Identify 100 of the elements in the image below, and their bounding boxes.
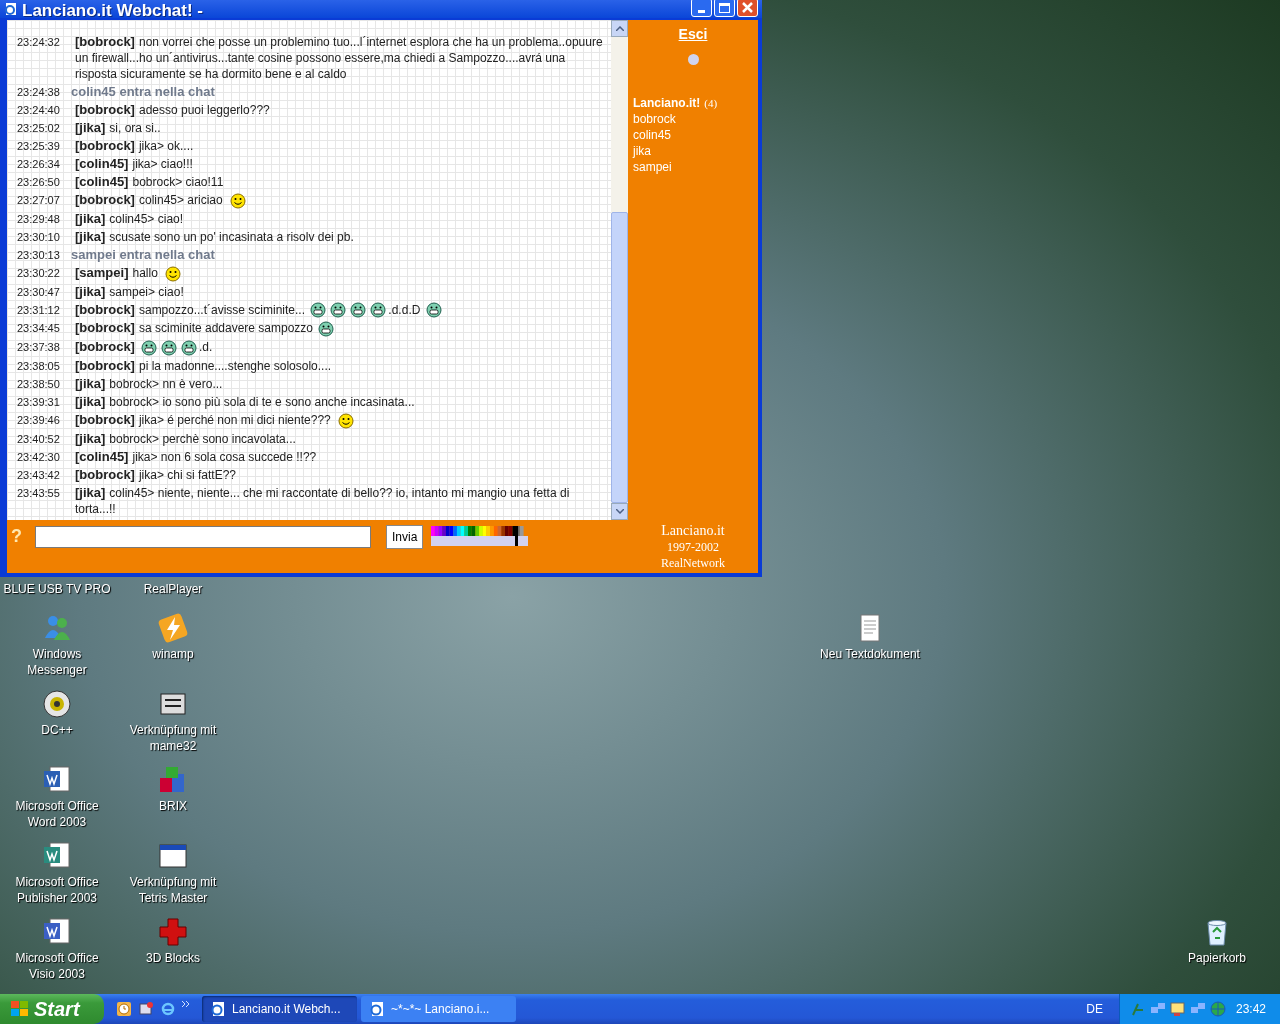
scroll-up-button[interactable] [611, 20, 628, 37]
room-name[interactable]: Lanciano.it! [633, 95, 701, 111]
message-user: [sampei] [75, 264, 129, 280]
user-count: (4) [704, 96, 718, 111]
message-time: 23:24:40 [16, 103, 61, 118]
page-icon [4, 2, 18, 16]
message-time: 23:25:02 [16, 121, 61, 136]
message-time: 23:43:42 [16, 467, 61, 483]
message-time: 23:26:34 [16, 157, 61, 172]
message-user: [bobrock] [75, 192, 135, 207]
desktop-icon[interactable] [138, 1001, 154, 1017]
clock-icon[interactable] [116, 1001, 132, 1017]
desktop-icon-label[interactable]: 3D Blocks [146, 950, 200, 966]
message-text: .d. [198, 340, 213, 355]
message-text: [bobrock] non vorrei che posse un problemino tuo...l´internet esplora che ha un problema..opuure un firewall...ho un´antivirus...tante cosine possono essere,ma chiedi a Sampozzo....avrá una risposta sicuramente se ha dormito bene e al caldo [74, 34, 603, 82]
chevron-icon[interactable] [182, 1000, 190, 1008]
maximize-button[interactable] [714, 0, 735, 17]
message-user: [bobrock] [75, 320, 135, 336]
message-time: 23:34:45 [16, 321, 61, 337]
desktop-icon-label[interactable]: Verknüpfung mit Tetris Master [118, 874, 228, 906]
message-time: 23:27:07 [16, 193, 61, 208]
start-button[interactable]: Start [0, 994, 104, 1024]
grin-icon [180, 340, 197, 357]
close-button[interactable] [737, 0, 758, 17]
message-time: 23:38:05 [16, 359, 61, 375]
message-text: [jika] colin45> ciao! [74, 210, 185, 227]
grin-icon [318, 321, 335, 338]
message-time: 23:30:10 [16, 229, 61, 245]
exit-link[interactable]: Esci [678, 26, 708, 42]
message-time: 23:43:55 [16, 485, 61, 501]
send-button[interactable]: Invia [386, 525, 424, 549]
message-text: hallo [132, 265, 159, 280]
disc-icon [41, 688, 73, 720]
message-text: [jika] colin45> niente, niente... che mi raccontate di bello?? io, intanto mi mangio una fetta di torta...!! [74, 484, 571, 517]
message-time: 23:30:13 [16, 247, 61, 263]
windows-logo-icon [10, 1000, 30, 1018]
footer-text: 1997-2002 [667, 539, 719, 555]
message-time: 23:42:30 [16, 449, 61, 465]
close-icon [742, 2, 753, 13]
monitor-icon[interactable] [1169, 1001, 1186, 1017]
desktop-icon-label[interactable]: Windows Messenger [2, 646, 112, 678]
message-text: [jika] bobrock> nn è vero... [74, 376, 224, 393]
desktop-icon-label[interactable]: Microsoft Office Word 2003 [2, 798, 112, 830]
message-time: 23:38:50 [16, 377, 61, 393]
message-user: [bobrock] [75, 301, 135, 317]
scroll-down-button[interactable] [611, 503, 628, 520]
desktop-icon-label[interactable]: Verknüpfung mit mame32 [118, 722, 228, 754]
scrollbar[interactable] [611, 20, 628, 520]
message-user: [bobrock] [75, 412, 135, 428]
scroll-thumb[interactable] [611, 212, 628, 503]
grin-icon [350, 302, 367, 319]
window-title: Lanciano.it Webchat! - [22, 2, 204, 20]
desktop-icon-label[interactable]: Microsoft Office Visio 2003 [2, 950, 112, 982]
desktop-icon-label[interactable]: BLUE USB TV PRO [3, 581, 111, 597]
page-icon [369, 1001, 385, 1017]
cross-icon [157, 916, 189, 948]
grin-icon [370, 302, 387, 319]
desktop-icon-label[interactable]: Papierkorb [1188, 950, 1246, 966]
join-notice: colin45 entra nella chat [71, 84, 215, 100]
footer-brand: Lanciano.it [661, 523, 725, 539]
message-time: 23:30:22 [16, 265, 61, 281]
message-time: 23:29:48 [16, 211, 61, 227]
minimize-button[interactable] [691, 0, 712, 17]
browser-icon[interactable] [160, 1001, 176, 1017]
message-text: [colin45] bobrock> ciao!11 [74, 174, 225, 190]
message-time: 23:39:31 [16, 395, 61, 411]
desktop-icon-label[interactable]: Neu Textdokument [820, 646, 920, 662]
color-palette[interactable] [431, 526, 529, 548]
desktop-icon-label[interactable]: Microsoft Office Publisher 2003 [2, 874, 112, 906]
message-time: 23:25:39 [16, 139, 61, 154]
desktop-icon-label[interactable]: winamp [152, 646, 194, 662]
smiley-icon [230, 192, 246, 209]
message-user: [bobrock] [75, 339, 135, 355]
message-text: [jika] si, ora si.. [74, 120, 162, 136]
user-list-item[interactable]: bobrock [633, 111, 676, 127]
message-time: 23:31:12 [16, 302, 61, 318]
message-time: 23:26:50 [16, 175, 61, 190]
caret-icon [615, 509, 624, 514]
smiley-icon [165, 265, 182, 282]
taskbar-button[interactable]: Lanciano.it Webch... [202, 996, 357, 1022]
user-list-item[interactable]: sampei [633, 159, 672, 175]
caret-icon [615, 26, 624, 31]
language-indicator[interactable]: DE [1086, 1000, 1103, 1018]
footer-text: RealNetwork [661, 555, 725, 571]
join-notice: sampei entra nella chat [71, 246, 215, 263]
message-text: [bobrock] jika> ok.... [74, 138, 195, 154]
desktop-icon-label[interactable]: DC++ [41, 722, 73, 738]
message-text: [jika] bobrock> perchè sono incavolata... [74, 430, 297, 447]
message-time: 23:37:38 [16, 340, 61, 356]
message-text: colin45> ariciao [138, 193, 224, 207]
message-time: 23:24:32 [16, 35, 61, 50]
desktop-icon-label[interactable]: BRIX [159, 798, 187, 814]
user-list-item[interactable]: jika [633, 143, 651, 159]
message-text: .d.d.D [388, 302, 422, 317]
message-input-field[interactable] [35, 526, 371, 548]
desktop-icon-label[interactable]: RealPlayer [143, 581, 203, 597]
taskbar-button[interactable]: ~*~*~ Lanciano.i... [361, 996, 516, 1022]
message-time: 23:30:47 [16, 284, 61, 300]
page-icon [210, 1001, 226, 1017]
user-list-item[interactable]: colin45 [633, 127, 672, 143]
